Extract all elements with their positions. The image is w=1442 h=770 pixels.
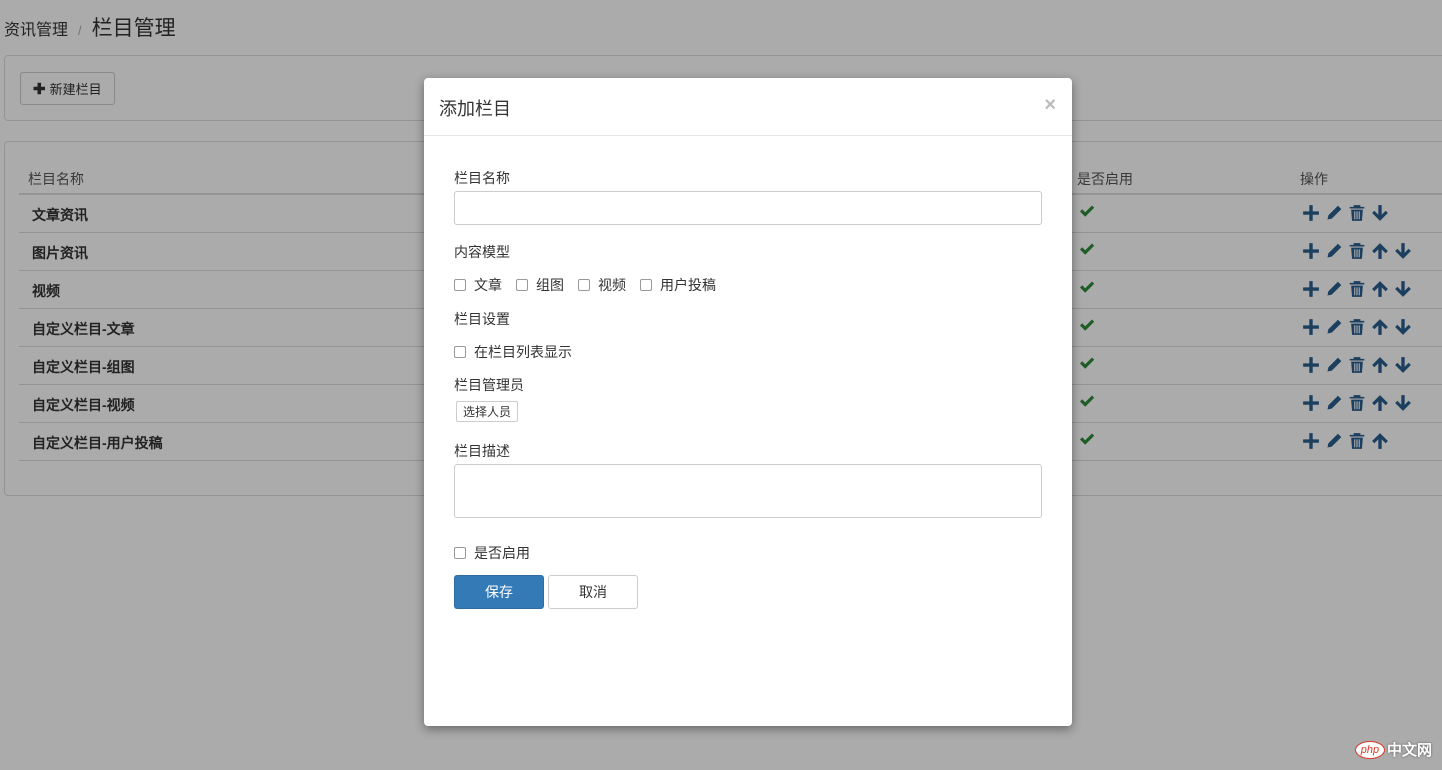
enabled-checkbox[interactable] [454,547,466,559]
cancel-button[interactable]: 取消 [548,575,638,609]
model-checkbox-gallery[interactable] [516,279,528,291]
enabled-group: 是否启用 [454,543,544,563]
column-name-input[interactable] [454,191,1042,225]
model-label-user-submission: 用户投稿 [660,277,716,293]
save-button[interactable]: 保存 [454,575,544,609]
show-in-list-label: 在栏目列表显示 [474,344,572,360]
enabled-label: 是否启用 [474,545,530,561]
watermark-logo: php 中文网 [1354,739,1432,760]
select-people-button[interactable]: 选择人员 [456,401,519,422]
modal-title: 添加栏目 [439,99,511,119]
column-admin-label: 栏目管理员 [454,377,524,393]
show-in-list-group: 在栏目列表显示 [454,342,586,362]
column-settings-label: 栏目设置 [454,311,510,327]
column-desc-textarea[interactable] [454,464,1042,518]
watermark-php: php [1354,740,1385,759]
column-name-label: 栏目名称 [454,170,510,186]
modal-header: 添加栏目 × [424,78,1072,136]
watermark-text: 中文网 [1386,742,1432,759]
model-checkbox-user-submission[interactable] [640,279,652,291]
model-label-article: 文章 [474,277,502,293]
show-in-list-checkbox[interactable] [454,346,466,358]
model-label-gallery: 组图 [536,277,564,293]
model-label-video: 视频 [598,277,626,293]
content-model-label: 内容模型 [454,244,510,260]
close-icon[interactable]: × [1044,95,1056,115]
column-desc-label: 栏目描述 [454,443,510,459]
add-column-modal: 添加栏目 × 栏目名称 内容模型 文章 组图 视频 用户投稿 栏目设置 在栏目列… [424,78,1072,726]
model-checkbox-video[interactable] [578,279,590,291]
content-model-group: 文章 组图 视频 用户投稿 [454,275,730,295]
model-checkbox-article[interactable] [454,279,466,291]
